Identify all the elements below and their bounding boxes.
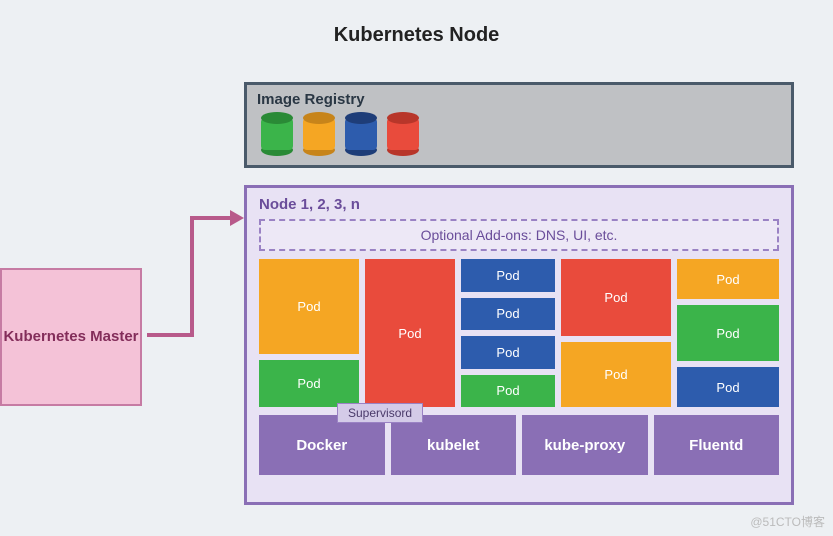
supervisord-label: Supervisord [337, 403, 423, 423]
image-registry-label: Image Registry [257, 91, 781, 108]
node-services-row: Dockerkubeletkube-proxyFluentd [259, 415, 779, 475]
registry-images [257, 112, 781, 156]
pod-box: Pod [461, 298, 555, 331]
master-to-node-arrow [142, 200, 244, 350]
pod-box: Pod [461, 336, 555, 369]
kubernetes-master-box: Kubernetes Master [0, 268, 142, 406]
diagram-title: Kubernetes Node [0, 0, 833, 61]
pod-box: Pod [677, 259, 779, 299]
supervisord-group: Supervisord Dockerkubeletkube-proxyFluen… [259, 415, 779, 475]
pod-box: Pod [461, 375, 555, 408]
pod-box: Pod [677, 367, 779, 407]
node-box: Node 1, 2, 3, n Optional Add-ons: DNS, U… [244, 185, 794, 505]
container-image-icon [303, 112, 335, 156]
pods-area: Pod Pod Pod Pod Pod Pod Pod Pod Pod Pod … [259, 259, 779, 407]
node-label: Node 1, 2, 3, n [259, 196, 779, 213]
service-box: kubelet [391, 415, 517, 475]
container-image-icon [387, 112, 419, 156]
pod-box: Pod [561, 342, 671, 407]
container-image-icon [261, 112, 293, 156]
pod-box: Pod [259, 259, 359, 354]
pod-box: Pod [461, 259, 555, 292]
watermark: @51CTO博客 [750, 513, 825, 530]
pod-box: Pod [677, 305, 779, 361]
service-box: Fluentd [654, 415, 780, 475]
pod-box: Pod [259, 360, 359, 407]
pod-box: Pod [365, 259, 455, 407]
pod-box: Pod [561, 259, 671, 336]
optional-addons-box: Optional Add-ons: DNS, UI, etc. [259, 219, 779, 251]
service-box: Docker [259, 415, 385, 475]
container-image-icon [345, 112, 377, 156]
service-box: kube-proxy [522, 415, 648, 475]
image-registry-box: Image Registry [244, 82, 794, 168]
